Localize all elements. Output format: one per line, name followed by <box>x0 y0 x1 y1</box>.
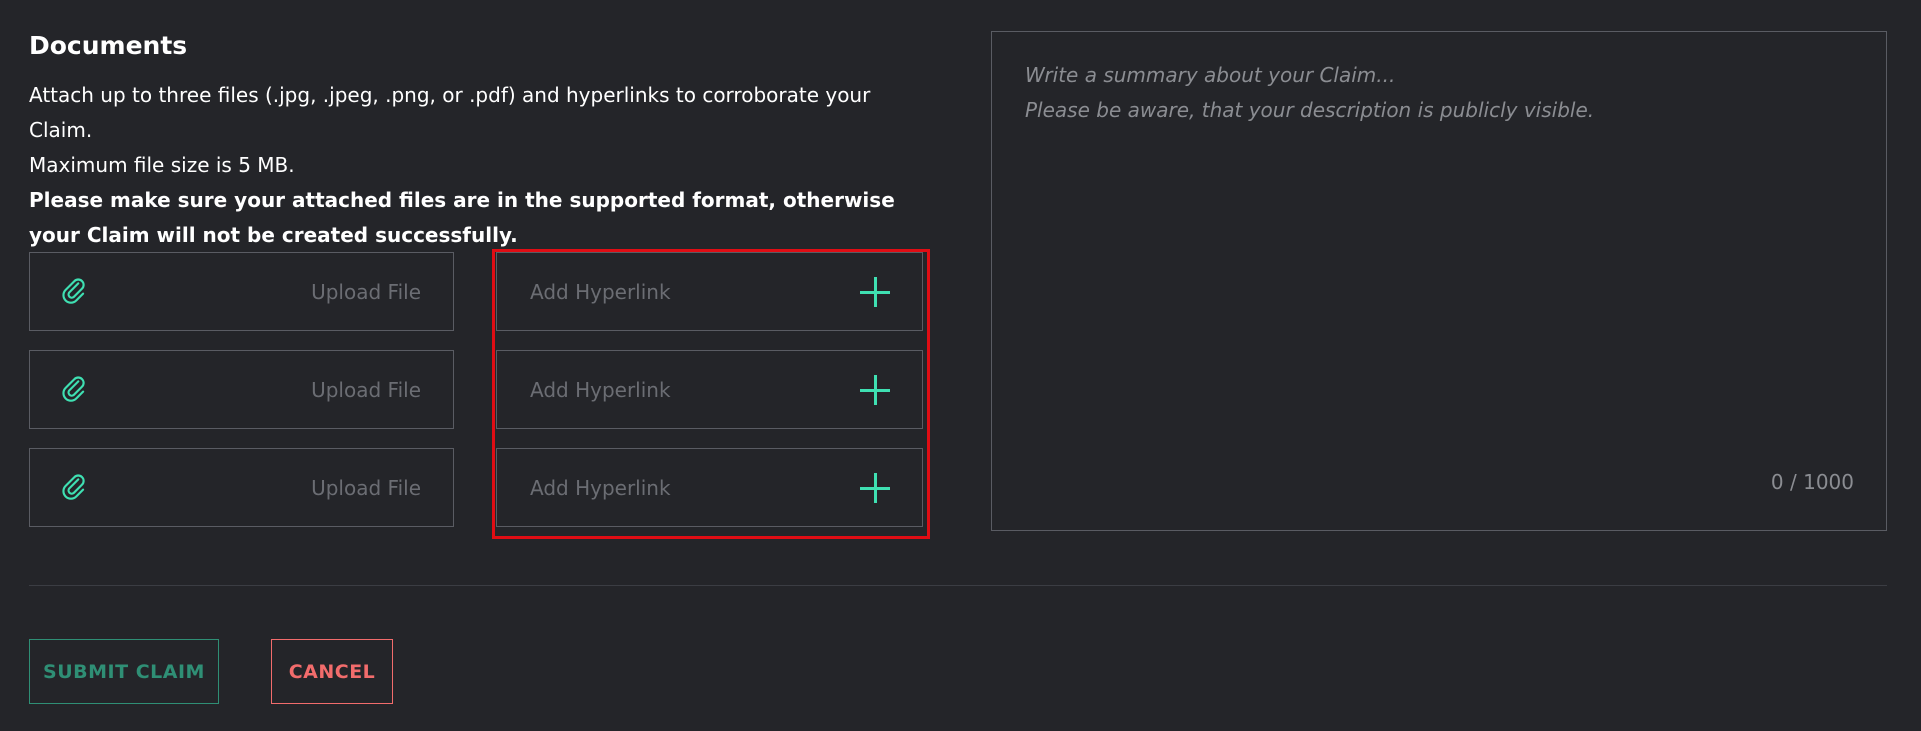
upload-file-label: Upload File <box>311 279 421 304</box>
summary-box: 0 / 1000 <box>991 31 1887 531</box>
upload-file-button[interactable]: Upload File <box>29 252 454 331</box>
paperclip-icon <box>60 277 88 307</box>
upload-file-button[interactable]: Upload File <box>29 350 454 429</box>
paperclip-icon <box>60 375 88 405</box>
cancel-button[interactable]: CANCEL <box>271 639 393 704</box>
attachment-row: Upload File <box>29 448 925 529</box>
hyperlink-field <box>496 252 923 331</box>
paperclip-icon <box>60 473 88 503</box>
hyperlink-field <box>496 350 923 429</box>
upload-file-label: Upload File <box>311 475 421 500</box>
upload-file-button[interactable]: Upload File <box>29 448 454 527</box>
upload-file-label: Upload File <box>311 377 421 402</box>
hyperlink-input[interactable] <box>530 279 830 304</box>
max-file-size-note: Maximum file size is 5 MB. <box>29 152 295 177</box>
format-warning: Please make sure your attached files are… <box>29 187 895 247</box>
attachment-instructions: Attach up to three files (.jpg, .jpeg, .… <box>29 82 871 142</box>
hyperlink-field <box>496 448 923 527</box>
attachment-row: Upload File <box>29 252 925 333</box>
character-counter: 0 / 1000 <box>1770 470 1854 494</box>
section-title: Documents <box>29 31 188 60</box>
hyperlink-input[interactable] <box>530 475 830 500</box>
claim-summary-textarea[interactable] <box>1025 58 1845 438</box>
plus-icon[interactable] <box>858 373 892 407</box>
attachment-rows: Upload File Upload File <box>29 252 925 546</box>
section-divider <box>29 585 1887 586</box>
plus-icon[interactable] <box>858 275 892 309</box>
claim-documents-form: Documents Attach up to three files (.jpg… <box>0 0 1921 731</box>
submit-claim-button[interactable]: SUBMIT CLAIM <box>29 639 219 704</box>
attachment-row: Upload File <box>29 350 925 431</box>
documents-section: Documents Attach up to three files (.jpg… <box>29 30 929 253</box>
plus-icon[interactable] <box>858 471 892 505</box>
hyperlink-input[interactable] <box>530 377 830 402</box>
